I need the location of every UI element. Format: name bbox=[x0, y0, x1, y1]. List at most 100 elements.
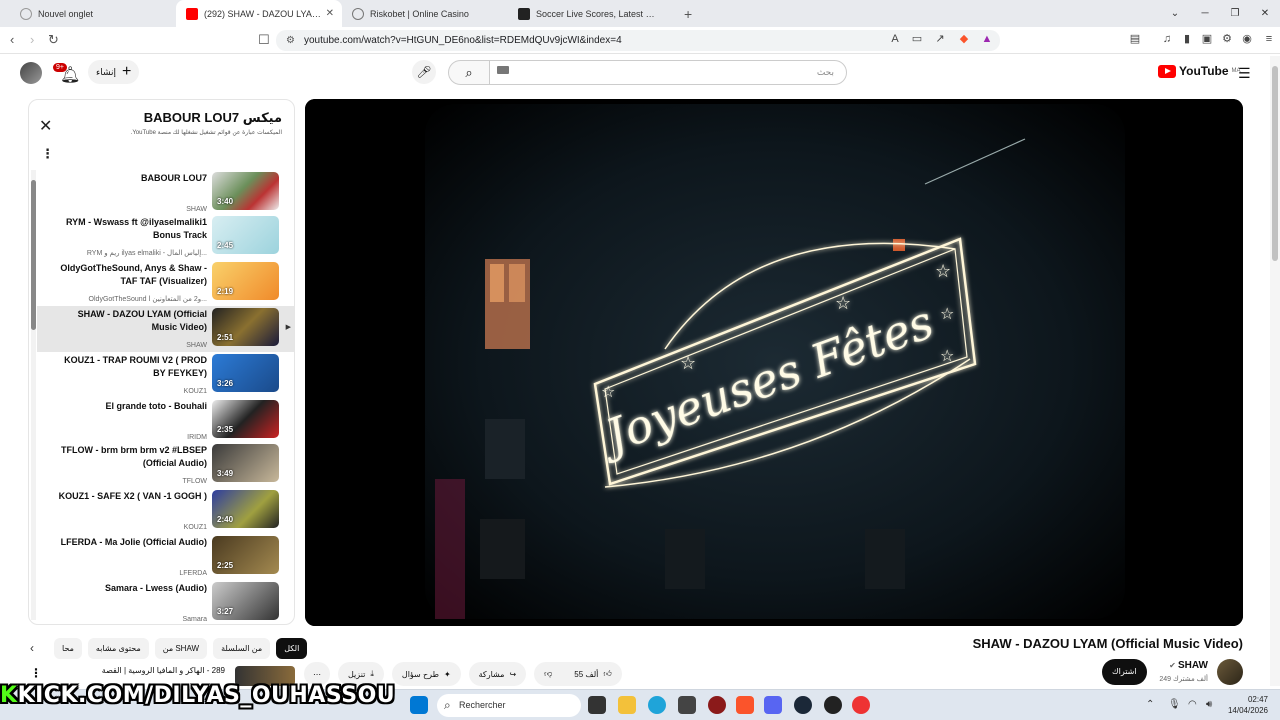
playlist-item[interactable]: 3:49 TFLOW - brm brm brm v2 #LBSEP (Offi… bbox=[37, 442, 294, 488]
wifi-icon[interactable]: ◠ bbox=[1188, 699, 1197, 710]
tab-search-icon[interactable]: ⌄ bbox=[1160, 0, 1190, 27]
chip-from-series[interactable]: من السلسلة bbox=[213, 637, 271, 659]
chip-related[interactable]: محتوى مشابه bbox=[87, 637, 149, 659]
rewards-icon[interactable]: ▲ bbox=[980, 32, 994, 46]
task-view-icon[interactable] bbox=[588, 696, 606, 714]
wallet-icon[interactable]: ▣ bbox=[1200, 32, 1214, 46]
discord-icon[interactable] bbox=[764, 696, 782, 714]
media-icon[interactable]: ♫ bbox=[1160, 32, 1174, 46]
reload-icon[interactable]: ↻ bbox=[48, 32, 59, 48]
thumbnail: 2:45 bbox=[212, 216, 279, 254]
duration: 3:27 bbox=[217, 607, 234, 616]
chevron-left-icon[interactable]: ‹ bbox=[30, 641, 34, 655]
brave-icon[interactable] bbox=[736, 696, 754, 714]
ask-button[interactable]: طرح سؤال ✦ bbox=[391, 662, 461, 686]
search-input[interactable]: بحث bbox=[489, 60, 847, 85]
more-options-icon[interactable]: ⋮ bbox=[30, 666, 42, 680]
restore-icon[interactable]: ❐ bbox=[1220, 0, 1250, 27]
page-scrollbar[interactable] bbox=[1270, 56, 1280, 686]
channel-name[interactable]: ✔ SHAW bbox=[1169, 660, 1208, 671]
subscribe-button[interactable]: اشتراك bbox=[1102, 659, 1147, 685]
thumbnail: 2:19 bbox=[212, 262, 279, 300]
address-bar-row: ‹ › ↻ ☐ ⚙ youtube.com/watch?v=HtGUN_DE6n… bbox=[0, 27, 1280, 54]
menu-icon[interactable]: ≡ bbox=[1262, 32, 1276, 46]
site-info-icon[interactable]: ⚙ bbox=[286, 30, 295, 51]
more-options-icon[interactable]: ⋮ bbox=[41, 146, 54, 162]
taskbar-search[interactable]: Rechercher bbox=[437, 694, 581, 717]
watermark-text: KICK.COM/DILYAS_OUHASSOU bbox=[17, 683, 396, 708]
vpn-icon[interactable]: ◉ bbox=[1240, 32, 1254, 46]
playlist-item[interactable]: 2:25 LFERDA - Ma Jolie (Official Audio) … bbox=[37, 534, 294, 580]
reader-icon[interactable]: ▤ bbox=[1128, 32, 1142, 46]
playlist-item[interactable]: 2:35 El grande toto - Bouhali IRIDM bbox=[37, 398, 294, 444]
mic-tray-icon[interactable]: 🎙︎ bbox=[1168, 699, 1181, 710]
duration: 3:40 bbox=[217, 197, 234, 206]
sidebar-icon[interactable]: ▮ bbox=[1180, 32, 1194, 46]
chip-partial[interactable]: محا bbox=[54, 637, 82, 659]
share-button[interactable]: مشاركة ↪ bbox=[468, 662, 527, 686]
back-icon[interactable]: ‹ bbox=[10, 32, 14, 47]
dislike-icon[interactable]: 👎︎ bbox=[544, 669, 552, 679]
steam-icon[interactable] bbox=[794, 696, 812, 714]
tab-title: Soccer Live Scores, Latest Soccer Res bbox=[536, 8, 656, 19]
app-icon[interactable] bbox=[708, 696, 726, 714]
tab-soccer[interactable]: Soccer Live Scores, Latest Soccer Res bbox=[508, 0, 674, 27]
playlist-item[interactable]: 2:40 KOUZ1 - SAFE X2 ( VAN -1 GOGH ) KOU… bbox=[37, 488, 294, 534]
account-avatar[interactable] bbox=[20, 62, 42, 84]
close-tab-icon[interactable]: ✕ bbox=[326, 8, 334, 19]
new-tab-button[interactable]: + bbox=[674, 0, 702, 27]
tab-riskobet[interactable]: Riskobet | Online Casino bbox=[342, 0, 508, 27]
duration: 2:51 bbox=[217, 333, 234, 342]
extensions-icon[interactable]: ⚙ bbox=[1220, 32, 1234, 46]
guide-menu-icon[interactable]: ☰ bbox=[1238, 65, 1251, 82]
chip-from-shaw[interactable]: من SHAW bbox=[154, 637, 208, 659]
store-icon[interactable] bbox=[678, 696, 696, 714]
svg-text:☆: ☆ bbox=[940, 306, 954, 323]
minimize-icon[interactable]: ─ bbox=[1190, 0, 1220, 27]
obs-icon[interactable] bbox=[824, 696, 842, 714]
playlist-item[interactable]: 2:19 OldyGotTheSound, Anys & Shaw - TAF … bbox=[37, 260, 294, 306]
search-button[interactable]: ⌕ bbox=[448, 60, 490, 85]
chip-all[interactable]: الكل bbox=[276, 637, 308, 659]
brave-shield-icon[interactable]: ◆ bbox=[957, 32, 971, 46]
bookmark-icon[interactable]: ☐ bbox=[258, 32, 270, 48]
cast-icon[interactable]: ▭ bbox=[910, 32, 924, 46]
browser-tab-strip: Nouvel onglet (292) SHAW - DAZOU LYAM ( … bbox=[0, 0, 1280, 27]
youtube-logo[interactable]: YouTube MA bbox=[1158, 64, 1241, 78]
scroll-thumb[interactable] bbox=[31, 180, 36, 330]
playlist-item[interactable]: 2:45 RYM - Wswass ft @ilyaselmaliki1 Bon… bbox=[37, 214, 294, 260]
edge-icon[interactable] bbox=[648, 696, 666, 714]
start-icon[interactable] bbox=[410, 696, 428, 714]
close-playlist-icon[interactable]: ✕ bbox=[39, 116, 52, 136]
tab-title: Nouvel onglet bbox=[38, 8, 94, 19]
playlist-scrollbar[interactable] bbox=[31, 170, 36, 620]
keyboard-icon[interactable] bbox=[497, 66, 509, 74]
microphone-icon[interactable]: 🎤︎ bbox=[412, 60, 436, 84]
clock[interactable]: 02:47 14/04/2026 bbox=[1228, 694, 1268, 716]
plus-icon: + bbox=[122, 63, 132, 80]
chrome-icon[interactable] bbox=[852, 696, 870, 714]
forward-icon[interactable]: › bbox=[30, 32, 34, 47]
video-frame: Joyeuses Fêtes ☆ ☆ ☆ ☆ ☆ ☆ bbox=[305, 99, 1243, 626]
close-window-icon[interactable]: ✕ bbox=[1250, 0, 1280, 27]
like-icon[interactable]: 👍︎ bbox=[603, 669, 611, 679]
share-page-icon[interactable]: ↗ bbox=[933, 32, 947, 46]
playlist-item-current[interactable]: 2:51 SHAW - DAZOU LYAM (Official Music V… bbox=[37, 306, 294, 352]
translate-icon[interactable]: A bbox=[888, 32, 902, 46]
file-explorer-icon[interactable] bbox=[618, 696, 636, 714]
video-player[interactable]: Joyeuses Fêtes ☆ ☆ ☆ ☆ ☆ ☆ bbox=[305, 99, 1243, 626]
playlist-item[interactable]: 3:40 BABOUR LOU7 SHAW bbox=[37, 170, 294, 216]
share-label: مشاركة bbox=[478, 669, 505, 679]
tab-new-tab[interactable]: Nouvel onglet bbox=[10, 0, 176, 27]
volume-icon[interactable]: 🔊︎ bbox=[1206, 699, 1212, 710]
playlist-item[interactable]: 3:26 KOUZ1 - TRAP ROUMI V2 ( PROD BY FEY… bbox=[37, 352, 294, 398]
item-channel: OldyGotTheSound و2 من المتعاونين ا... bbox=[88, 296, 207, 303]
playlist-item[interactable]: 3:27 Samara - Lwess (Audio) Samara bbox=[37, 580, 294, 624]
item-title: OldyGotTheSound, Anys & Shaw - TAF TAF (… bbox=[60, 263, 207, 286]
tab-youtube[interactable]: (292) SHAW - DAZOU LYAM ( ✕ bbox=[176, 0, 342, 27]
time: 02:47 bbox=[1247, 695, 1268, 704]
tray-chevron-icon[interactable]: ⌃ bbox=[1146, 699, 1154, 710]
channel-avatar[interactable] bbox=[1217, 659, 1243, 685]
page-scroll-thumb[interactable] bbox=[1272, 66, 1278, 261]
create-button[interactable]: إنشاء + bbox=[88, 60, 140, 84]
